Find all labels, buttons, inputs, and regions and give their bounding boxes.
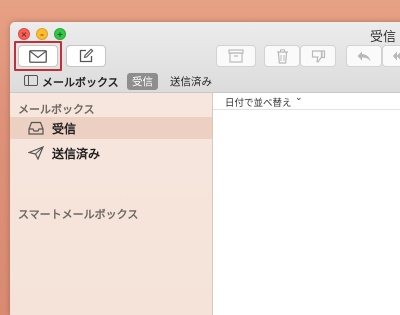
window-title: 受信 [369, 30, 396, 45]
favorites-inbox-button[interactable]: 受信 [127, 73, 158, 90]
chevron-down-icon[interactable]: ⌄ [295, 93, 303, 103]
close-window-button[interactable]: × [18, 28, 30, 40]
mail-window: × – + 受信 メールボックス 受信 送信済み メールボックス 受信 送信済み… [10, 22, 400, 315]
reply-all-arrow-icon [392, 51, 400, 60]
reply-button[interactable] [346, 45, 382, 67]
new-message-button[interactable] [66, 45, 106, 67]
section-header-mailboxes[interactable]: メールボックス [18, 101, 95, 117]
paper-plane-icon [28, 146, 44, 160]
sidebar-item-inbox[interactable]: 受信 [10, 117, 212, 139]
junk-button[interactable] [300, 45, 336, 67]
reply-arrow-icon [357, 51, 371, 61]
mailbox-favorites-bar: メールボックス 受信 送信済み [10, 72, 400, 92]
window-titlebar: × – + 受信 メールボックス 受信 送信済み [10, 22, 400, 93]
minimize-window-button[interactable]: – [36, 28, 48, 40]
section-header-smart-mailboxes[interactable]: スマートメールボックス [18, 206, 138, 222]
zoom-window-button[interactable]: + [54, 28, 66, 40]
sidebar-item-label: 送信済み [52, 147, 101, 161]
inbox-tray-icon [28, 121, 44, 135]
trash-button[interactable] [264, 45, 300, 67]
reply-all-button[interactable] [382, 45, 400, 67]
archive-box-icon [228, 49, 244, 63]
compose-pencil-icon [79, 48, 94, 63]
trash-can-icon [276, 48, 288, 64]
favorites-sent-button[interactable]: 送信済み [170, 74, 212, 89]
sidebar-toggle-icon[interactable] [24, 75, 38, 86]
sidebar-item-label: 受信 [52, 122, 77, 136]
thumbs-down-icon [311, 49, 325, 63]
highlight-box [14, 41, 62, 71]
mailbox-bar-label[interactable]: メールボックス [42, 74, 119, 90]
sort-bar[interactable]: 日付で並べ替え ⌄ [213, 93, 400, 110]
sidebar-item-sent[interactable]: 送信済み [10, 142, 212, 164]
sidebar: メールボックス 受信 送信済み スマートメールボックス [10, 93, 213, 315]
message-list: 日付で並べ替え ⌄ [213, 93, 400, 315]
archive-button[interactable] [216, 45, 256, 67]
sort-label[interactable]: 日付で並べ替え [225, 95, 292, 109]
